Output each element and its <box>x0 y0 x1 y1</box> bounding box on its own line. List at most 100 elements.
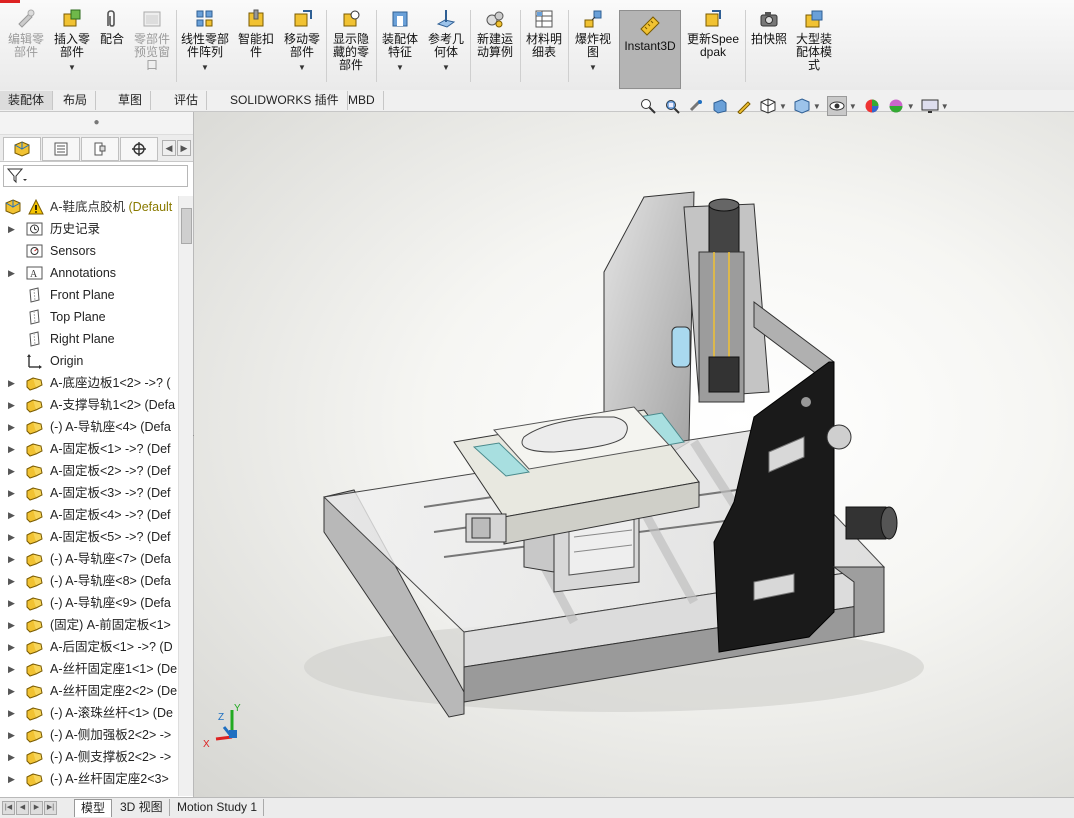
instant3d-button[interactable]: Instant3D <box>619 10 681 89</box>
tree-item[interactable]: ▶ (-) A-导轨座<7> (Defa <box>0 548 178 570</box>
tree-item[interactable]: ▶ A-丝杆固定座2<2> (De <box>0 680 178 702</box>
expand-arrow-icon[interactable]: ▶ <box>8 218 16 240</box>
tree-item[interactable]: ▶ (固定) A-前固定板<1> <box>0 614 178 636</box>
bill-of-materials-button[interactable]: 材料明细表 <box>524 8 564 59</box>
assembly-3d-model[interactable]: X Y Z <box>194 112 1074 797</box>
zoom-to-fit-button[interactable] <box>639 97 657 115</box>
first-tab-icon[interactable]: |◀ <box>2 801 15 815</box>
tab-property-manager[interactable] <box>42 137 80 161</box>
tree-filter-input[interactable] <box>3 165 188 187</box>
next-tab-icon[interactable]: ▶ <box>30 801 43 815</box>
tab-configuration-manager[interactable] <box>81 137 119 161</box>
tree-item[interactable]: ▶ A-固定板<4> ->? (Def <box>0 504 178 526</box>
tab-feature-tree[interactable] <box>3 137 41 161</box>
last-tab-icon[interactable]: ▶| <box>44 801 57 815</box>
tab-motion-study[interactable]: Motion Study 1 <box>171 799 265 816</box>
scrollbar-thumb[interactable] <box>181 208 192 244</box>
tree-item[interactable]: ▶ A-后固定板<1> ->? (D <box>0 636 178 658</box>
move-component-button[interactable]: 移动零部件 ▼ <box>282 8 322 74</box>
tree-item[interactable]: ▶ (-) A-导轨座<9> (Defa <box>0 592 178 614</box>
previous-view-button[interactable] <box>687 97 705 115</box>
smart-fasteners-button[interactable]: 智能扣件 <box>236 8 276 59</box>
expand-arrow-icon[interactable]: ▶ <box>8 614 16 636</box>
large-assembly-mode-button[interactable]: 大型装配体模式 <box>793 8 835 72</box>
tab-sketch[interactable]: 草图 <box>110 91 152 110</box>
chevron-down-icon[interactable]: ▼ <box>813 102 821 111</box>
expand-arrow-icon[interactable]: ▶ <box>8 592 16 614</box>
tab-mbd[interactable]: MBD <box>340 91 384 110</box>
tree-item[interactable]: ▶ (-) A-侧加强板2<2> -> <box>0 724 178 746</box>
tree-item[interactable]: Top Plane <box>0 306 178 328</box>
tab-solidworks-addins[interactable]: SOLIDWORKS 插件 <box>222 91 348 110</box>
tree-item[interactable]: ▶ 历史记录 <box>0 218 178 240</box>
tree-item[interactable]: ▶ A-固定板<5> ->? (Def <box>0 526 178 548</box>
expand-arrow-icon[interactable]: ▶ <box>8 680 16 702</box>
expand-arrow-icon[interactable]: ▶ <box>8 504 16 526</box>
tab-dimxpert[interactable] <box>120 137 158 161</box>
exploded-view-button[interactable]: 爆炸视图 ▼ <box>572 8 614 74</box>
tab-model[interactable]: 模型 <box>74 799 113 817</box>
hide-show-items-button[interactable] <box>826 96 847 116</box>
tree-item[interactable]: ▶ (-) A-侧支撑板2<2> -> <box>0 746 178 768</box>
tree-item[interactable]: Right Plane <box>0 328 178 350</box>
expand-arrow-icon[interactable]: ▶ <box>8 416 16 438</box>
tree-item[interactable]: Front Plane <box>0 284 178 306</box>
panel-collapse-handle[interactable]: ● <box>0 112 193 135</box>
scroll-right-icon[interactable]: ▶ <box>177 140 191 156</box>
assembly-features-button[interactable]: 装配体特征 ▼ <box>380 8 420 74</box>
graphics-area[interactable]: X Y Z <box>194 112 1074 797</box>
tree-item[interactable]: ▶ (-) A-丝杆固定座2<3> <box>0 768 178 790</box>
tree-root-assembly[interactable]: A-鞋底点胶机 (Default <box>0 196 178 218</box>
tree-item[interactable]: ▶ (-) A-滚珠丝杆<1> (De <box>0 702 178 724</box>
tree-item[interactable]: ▶ A-丝杆固定座1<1> (De <box>0 658 178 680</box>
view-settings-button[interactable] <box>921 97 939 115</box>
show-hidden-components-button[interactable]: 显示隐藏的零部件 <box>330 8 372 72</box>
expand-arrow-icon[interactable]: ▶ <box>8 262 16 284</box>
expand-arrow-icon[interactable]: ▶ <box>8 460 16 482</box>
view-orientation-button[interactable] <box>759 97 777 115</box>
tree-item[interactable]: ▶ A-固定板<1> ->? (Def <box>0 438 178 460</box>
scroll-left-icon[interactable]: ◀ <box>162 140 176 156</box>
reference-geometry-button[interactable]: 参考几何体 ▼ <box>426 8 466 74</box>
expand-arrow-icon[interactable]: ▶ <box>8 768 16 790</box>
tree-item[interactable]: ▶ (-) A-导轨座<8> (Defa <box>0 570 178 592</box>
expand-arrow-icon[interactable]: ▶ <box>8 702 16 724</box>
expand-arrow-icon[interactable]: ▶ <box>8 570 16 592</box>
expand-arrow-icon[interactable]: ▶ <box>8 548 16 570</box>
tree-item[interactable]: ▶ A-固定板<2> ->? (Def <box>0 460 178 482</box>
expand-arrow-icon[interactable]: ▶ <box>8 658 16 680</box>
tree-item[interactable]: ▶ (-) A-导轨座<4> (Defa <box>0 416 178 438</box>
tree-item[interactable]: ▶ A Annotations <box>0 262 178 284</box>
chevron-down-icon[interactable]: ▼ <box>907 102 915 111</box>
linear-pattern-button[interactable]: 线性零部件阵列 ▼ <box>180 8 230 74</box>
component-preview-button[interactable]: 零部件预览窗口 <box>132 8 172 72</box>
new-motion-study-button[interactable]: 新建运动算例 <box>474 8 516 59</box>
expand-arrow-icon[interactable]: ▶ <box>8 724 16 746</box>
tree-item[interactable]: ▶ A-支撑导轨1<2> (Defa <box>0 394 178 416</box>
tree-item[interactable]: Sensors <box>0 240 178 262</box>
section-view-button[interactable] <box>711 97 729 115</box>
expand-arrow-icon[interactable]: ▶ <box>8 636 16 658</box>
chevron-down-icon[interactable]: ▼ <box>941 102 949 111</box>
chevron-down-icon[interactable]: ▼ <box>849 102 857 111</box>
edit-component-button[interactable]: 编辑零部件 <box>6 8 46 59</box>
insert-component-button[interactable]: 插入零部件 ▼ <box>52 8 92 74</box>
tree-scrollbar[interactable] <box>178 196 193 796</box>
edit-appearance-button[interactable] <box>863 97 881 115</box>
tab-assembly[interactable]: 装配体 <box>0 91 54 110</box>
tab-evaluate[interactable]: 评估 <box>166 91 208 110</box>
apply-scene-button[interactable] <box>887 97 905 115</box>
display-style-button[interactable] <box>793 97 811 115</box>
update-speedpak-button[interactable]: 更新Speedpak <box>684 8 742 59</box>
tree-item[interactable]: Origin <box>0 350 178 372</box>
zoom-to-area-button[interactable] <box>663 97 681 115</box>
chevron-down-icon[interactable]: ▼ <box>779 102 787 111</box>
prev-tab-icon[interactable]: ◀ <box>16 801 29 815</box>
mate-button[interactable]: 配合 <box>98 8 126 46</box>
take-snapshot-button[interactable]: 拍快照 <box>749 8 789 46</box>
expand-arrow-icon[interactable]: ▶ <box>8 526 16 548</box>
expand-arrow-icon[interactable]: ▶ <box>8 372 16 394</box>
expand-arrow-icon[interactable]: ▶ <box>8 482 16 504</box>
tab-3d-views[interactable]: 3D 视图 <box>114 799 170 816</box>
tree-item[interactable]: ▶ A-固定板<3> ->? (Def <box>0 482 178 504</box>
